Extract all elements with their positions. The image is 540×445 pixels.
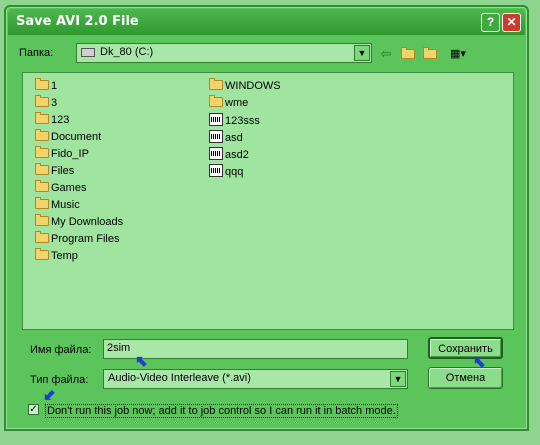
drive-icon xyxy=(81,48,95,57)
folder-icon xyxy=(423,47,437,59)
filename-label: Имя файла: xyxy=(30,344,92,356)
view-menu-icon[interactable]: ▦▾ xyxy=(444,45,472,63)
batch-checkbox[interactable]: ✓ xyxy=(28,404,39,415)
list-item[interactable]: Document xyxy=(35,129,101,145)
title-bar[interactable]: Save AVI 2.0 File ? ✕ xyxy=(8,9,525,35)
location-value: Dk_80 (C:) xyxy=(100,46,154,58)
list-item[interactable]: 3 xyxy=(35,95,57,111)
folder-icon xyxy=(35,248,49,260)
filetype-value: Audio-Video Interleave (*.avi) xyxy=(108,372,251,384)
filename-value: 2sim xyxy=(107,342,131,354)
folder-icon xyxy=(35,95,49,107)
filetype-select[interactable]: Audio-Video Interleave (*.avi) ▼ xyxy=(103,369,408,389)
list-item[interactable]: qqq xyxy=(209,164,243,179)
list-item[interactable]: wme xyxy=(209,95,248,111)
new-folder-icon[interactable] xyxy=(420,45,440,63)
video-file-icon xyxy=(209,164,223,177)
list-item[interactable]: Temp xyxy=(35,248,78,264)
list-item[interactable]: 123 xyxy=(35,112,69,128)
list-item[interactable]: Program Files xyxy=(35,231,119,247)
back-arrow-icon[interactable]: ⇦ xyxy=(376,45,396,63)
folder-icon xyxy=(35,231,49,243)
window-title: Save AVI 2.0 File xyxy=(16,14,139,29)
folder-icon xyxy=(35,180,49,192)
folder-icon xyxy=(35,146,49,158)
folder-icon xyxy=(35,214,49,226)
folder-icon xyxy=(209,95,223,107)
folder-icon xyxy=(35,197,49,209)
list-item[interactable]: Fido_IP xyxy=(35,146,89,162)
cursor-arrow-icon: ⬋ xyxy=(43,387,56,404)
list-item[interactable]: Games xyxy=(35,180,86,196)
close-icon[interactable]: ✕ xyxy=(502,13,521,32)
batch-label[interactable]: Don't run this job now; add it to job co… xyxy=(45,404,398,418)
cursor-arrow-icon: ⬉ xyxy=(135,353,148,370)
folder-icon xyxy=(35,129,49,141)
folder-icon xyxy=(35,163,49,175)
list-item[interactable]: 123sss xyxy=(209,113,260,128)
list-item[interactable]: asd2 xyxy=(209,147,249,162)
list-item[interactable]: Files xyxy=(35,163,74,179)
folder-icon xyxy=(209,78,223,90)
list-item[interactable]: asd xyxy=(209,130,243,145)
list-item[interactable]: Music xyxy=(35,197,80,213)
list-item[interactable]: 1 xyxy=(35,78,57,94)
filetype-label: Тип файла: xyxy=(30,374,89,386)
folder-icon xyxy=(401,47,415,59)
cancel-button[interactable]: Отмена xyxy=(428,367,503,389)
save-dialog: Save AVI 2.0 File ? ✕ Папка: Dk_80 (C:) … xyxy=(4,5,529,431)
video-file-icon xyxy=(209,147,223,160)
file-list[interactable]: 1 3 123 Document Fido_IP Files Games Mus… xyxy=(22,72,514,330)
save-button[interactable]: Сохранить xyxy=(428,337,503,359)
chevron-down-icon[interactable]: ▼ xyxy=(390,371,406,387)
filename-input[interactable]: 2sim xyxy=(103,339,408,359)
chevron-down-icon[interactable]: ▼ xyxy=(354,45,370,61)
up-folder-icon[interactable] xyxy=(398,45,418,63)
list-item[interactable]: My Downloads xyxy=(35,214,123,230)
video-file-icon xyxy=(209,130,223,143)
help-icon[interactable]: ? xyxy=(481,13,500,32)
video-file-icon xyxy=(209,113,223,126)
folder-icon xyxy=(35,78,49,90)
list-item[interactable]: WINDOWS xyxy=(209,78,281,94)
folder-icon xyxy=(35,112,49,124)
location-label: Папка: xyxy=(19,47,54,59)
cursor-arrow-icon: ⬉ xyxy=(473,354,486,371)
location-combo[interactable]: Dk_80 (C:) ▼ xyxy=(76,43,372,63)
